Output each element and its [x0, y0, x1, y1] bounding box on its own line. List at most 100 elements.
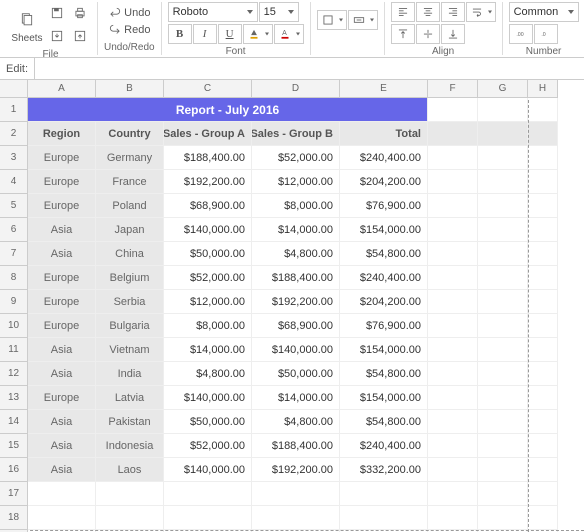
- cell[interactable]: [428, 266, 478, 290]
- fill-color-button[interactable]: [243, 24, 273, 44]
- row-header[interactable]: 12: [0, 362, 28, 386]
- cell[interactable]: [428, 314, 478, 338]
- cell[interactable]: [96, 482, 164, 506]
- region-cell[interactable]: Asia: [28, 458, 96, 482]
- value-cell[interactable]: $50,000.00: [164, 242, 252, 266]
- table-header-cell[interactable]: Sales - Group B: [252, 122, 340, 146]
- number-format-select[interactable]: Common: [509, 2, 579, 22]
- cell[interactable]: [428, 458, 478, 482]
- country-cell[interactable]: Indonesia: [96, 434, 164, 458]
- cell[interactable]: [478, 458, 528, 482]
- cell[interactable]: [528, 170, 558, 194]
- value-cell[interactable]: $192,200.00: [252, 458, 340, 482]
- cell[interactable]: [252, 506, 340, 530]
- cell[interactable]: [478, 410, 528, 434]
- cell[interactable]: [528, 458, 558, 482]
- value-cell[interactable]: $140,000.00: [252, 338, 340, 362]
- country-cell[interactable]: Serbia: [96, 290, 164, 314]
- cell[interactable]: [528, 314, 558, 338]
- cell[interactable]: [528, 242, 558, 266]
- country-cell[interactable]: Japan: [96, 218, 164, 242]
- cell[interactable]: [478, 266, 528, 290]
- total-cell[interactable]: $76,900.00: [340, 194, 428, 218]
- formula-input[interactable]: [34, 58, 584, 79]
- valign-bottom-button[interactable]: [441, 24, 465, 44]
- cell[interactable]: [528, 98, 558, 122]
- total-cell[interactable]: $240,400.00: [340, 146, 428, 170]
- region-cell[interactable]: Europe: [28, 266, 96, 290]
- bold-button[interactable]: B: [168, 24, 192, 44]
- align-center-button[interactable]: [416, 2, 440, 22]
- value-cell[interactable]: $188,400.00: [252, 434, 340, 458]
- row-header[interactable]: 2: [0, 122, 28, 146]
- country-cell[interactable]: Germany: [96, 146, 164, 170]
- value-cell[interactable]: $4,800.00: [252, 242, 340, 266]
- row-header[interactable]: 8: [0, 266, 28, 290]
- cell[interactable]: [478, 194, 528, 218]
- cell[interactable]: [164, 506, 252, 530]
- cell[interactable]: [252, 482, 340, 506]
- value-cell[interactable]: $140,000.00: [164, 218, 252, 242]
- cell[interactable]: [528, 194, 558, 218]
- country-cell[interactable]: Bulgaria: [96, 314, 164, 338]
- merge-button[interactable]: [348, 10, 378, 30]
- row-header[interactable]: 7: [0, 242, 28, 266]
- region-cell[interactable]: Europe: [28, 170, 96, 194]
- cell[interactable]: [528, 386, 558, 410]
- align-right-button[interactable]: [441, 2, 465, 22]
- cell[interactable]: [478, 314, 528, 338]
- cell[interactable]: [478, 170, 528, 194]
- cell[interactable]: [478, 146, 528, 170]
- column-header[interactable]: D: [252, 80, 340, 98]
- export-icon[interactable]: [69, 25, 91, 47]
- save-icon[interactable]: [46, 2, 68, 24]
- country-cell[interactable]: Poland: [96, 194, 164, 218]
- cell[interactable]: [28, 506, 96, 530]
- cell[interactable]: [340, 482, 428, 506]
- row-header[interactable]: 11: [0, 338, 28, 362]
- cell[interactable]: [528, 146, 558, 170]
- row-header[interactable]: 3: [0, 146, 28, 170]
- value-cell[interactable]: $14,000.00: [164, 338, 252, 362]
- row-header[interactable]: 9: [0, 290, 28, 314]
- font-name-select[interactable]: Roboto: [168, 2, 258, 22]
- column-header[interactable]: G: [478, 80, 528, 98]
- region-cell[interactable]: Europe: [28, 290, 96, 314]
- value-cell[interactable]: $52,000.00: [252, 146, 340, 170]
- cell[interactable]: [528, 362, 558, 386]
- cell[interactable]: [428, 194, 478, 218]
- cell[interactable]: [528, 290, 558, 314]
- region-cell[interactable]: Europe: [28, 314, 96, 338]
- cell[interactable]: [478, 242, 528, 266]
- cell[interactable]: [478, 290, 528, 314]
- value-cell[interactable]: $14,000.00: [252, 218, 340, 242]
- column-header[interactable]: B: [96, 80, 164, 98]
- cell[interactable]: [478, 482, 528, 506]
- total-cell[interactable]: $204,200.00: [340, 290, 428, 314]
- total-cell[interactable]: $76,900.00: [340, 314, 428, 338]
- cell[interactable]: [428, 290, 478, 314]
- wrap-button[interactable]: [466, 2, 496, 22]
- total-cell[interactable]: $154,000.00: [340, 338, 428, 362]
- row-header[interactable]: 5: [0, 194, 28, 218]
- table-header-cell[interactable]: Region: [28, 122, 96, 146]
- cell[interactable]: [428, 338, 478, 362]
- column-header[interactable]: C: [164, 80, 252, 98]
- value-cell[interactable]: $4,800.00: [164, 362, 252, 386]
- cell[interactable]: [428, 386, 478, 410]
- total-cell[interactable]: $240,400.00: [340, 434, 428, 458]
- cell[interactable]: [428, 242, 478, 266]
- increase-decimal-button[interactable]: .00: [509, 24, 533, 44]
- font-color-button[interactable]: A: [274, 24, 304, 44]
- total-cell[interactable]: $54,800.00: [340, 242, 428, 266]
- cell[interactable]: [428, 506, 478, 530]
- cell[interactable]: [478, 362, 528, 386]
- total-cell[interactable]: $332,200.00: [340, 458, 428, 482]
- value-cell[interactable]: $68,900.00: [252, 314, 340, 338]
- region-cell[interactable]: Asia: [28, 218, 96, 242]
- value-cell[interactable]: $8,000.00: [164, 314, 252, 338]
- cell[interactable]: [478, 98, 528, 122]
- underline-button[interactable]: U: [218, 24, 242, 44]
- cell[interactable]: [478, 506, 528, 530]
- total-cell[interactable]: $204,200.00: [340, 170, 428, 194]
